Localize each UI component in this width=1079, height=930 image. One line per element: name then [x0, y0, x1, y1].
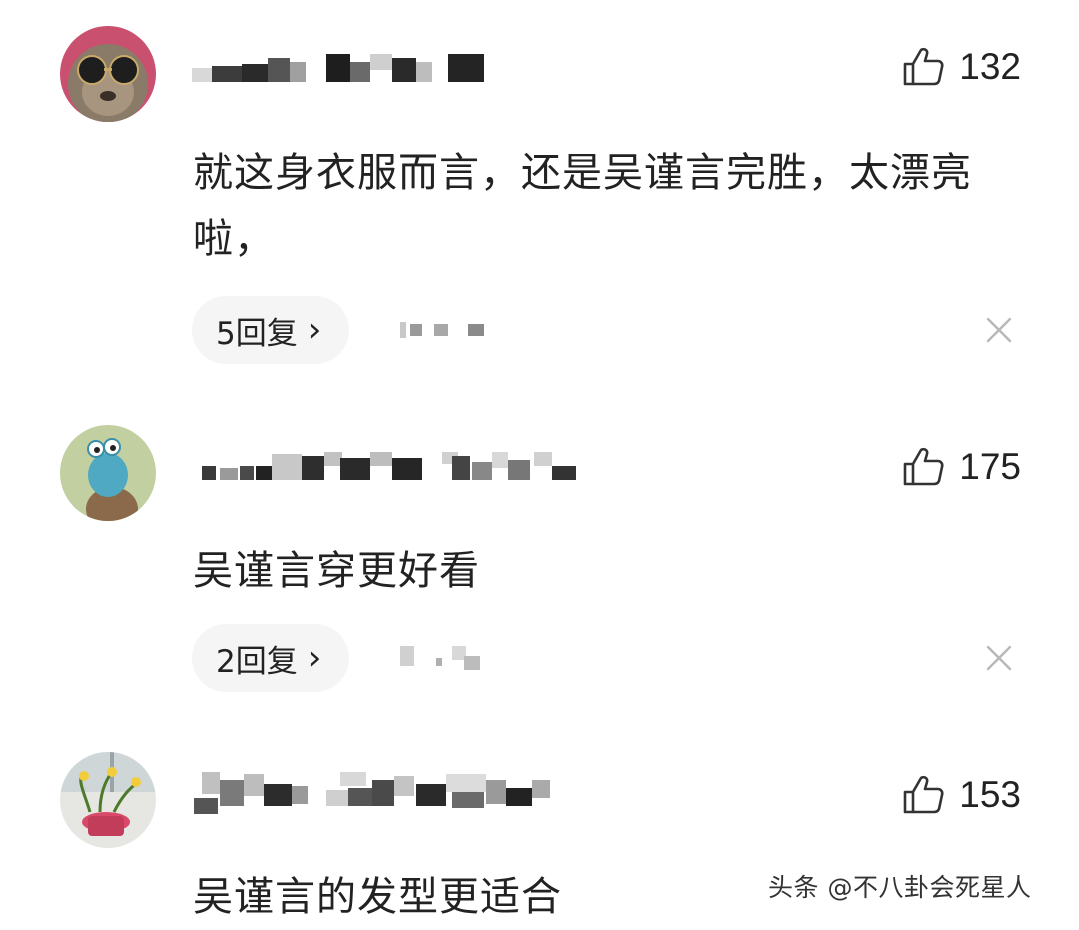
like-button[interactable]: 132 — [901, 44, 1021, 88]
reply-label: 2回复 — [216, 643, 298, 680]
source-watermark: 头条 @不八卦会死星人 — [768, 873, 1032, 902]
close-icon[interactable] — [985, 316, 1013, 344]
username-blurred[interactable] — [190, 48, 610, 88]
avatar[interactable] — [60, 752, 156, 848]
thumbs-up-icon — [903, 47, 944, 86]
like-button[interactable]: 153 — [901, 772, 1021, 816]
username-blurred[interactable] — [190, 770, 610, 814]
thumbs-up-icon — [903, 775, 944, 814]
chevron-right-icon: › — [307, 638, 322, 678]
close-icon[interactable] — [985, 644, 1013, 672]
chevron-right-icon: › — [307, 310, 322, 350]
comment-text: 就这身衣服而言，还是吴谨言完胜，太漂亮啦， — [193, 150, 972, 262]
comment-text: 吴谨言穿更好看 — [193, 548, 480, 594]
reply-button[interactable]: 2回复 › — [192, 624, 350, 692]
like-count: 132 — [959, 45, 1021, 87]
avatar[interactable] — [60, 26, 156, 122]
like-count: 175 — [959, 445, 1021, 487]
reply-meta-blurred — [396, 318, 496, 346]
reply-meta-blurred — [396, 642, 496, 678]
username-blurred[interactable] — [190, 448, 610, 488]
reply-label: 5回复 — [216, 315, 298, 352]
reply-button[interactable]: 5回复 › — [192, 296, 350, 364]
like-count: 153 — [959, 773, 1021, 815]
like-button[interactable]: 175 — [901, 444, 1021, 488]
avatar[interactable] — [60, 425, 156, 521]
thumbs-up-icon — [903, 447, 944, 486]
